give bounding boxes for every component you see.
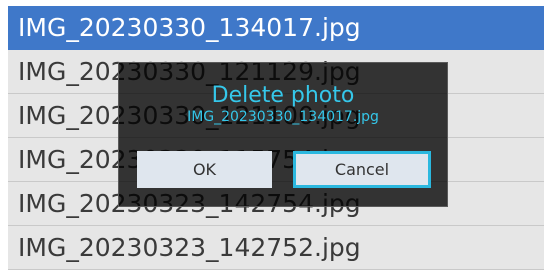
file-row-selected[interactable]: IMG_20230330_134017.jpg — [8, 6, 544, 50]
dialog-title: Delete photo — [211, 83, 355, 108]
file-row[interactable]: IMG_20230323_142752.jpg — [8, 226, 544, 270]
cancel-button[interactable]: Cancel — [293, 151, 431, 188]
ok-button[interactable]: OK — [137, 151, 272, 188]
delete-photo-dialog: Delete photo IMG_20230330_134017.jpg OK … — [118, 62, 448, 207]
dialog-filename: IMG_20230330_134017.jpg — [187, 109, 379, 125]
